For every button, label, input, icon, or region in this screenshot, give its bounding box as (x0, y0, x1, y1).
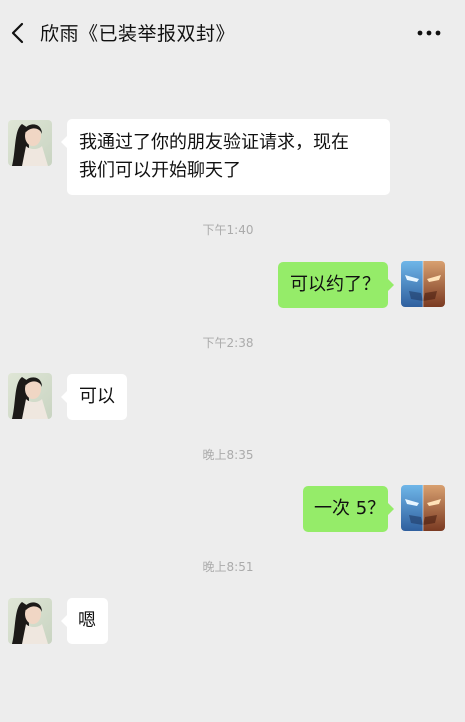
timestamp: 下午1:40 (202, 223, 254, 237)
message-bubble-sent[interactable]: 可以约了？ (278, 262, 394, 308)
contact-avatar[interactable] (8, 373, 52, 419)
chevron-left-icon[interactable] (6, 18, 30, 48)
message-bubble-sent[interactable]: 一次 5？ (303, 486, 394, 532)
message-text: 可以约了？ (290, 274, 380, 295)
message-bubble-received[interactable]: 可以 (61, 374, 127, 420)
message-bubble-received[interactable]: 嗯 (61, 598, 108, 644)
chat-title: 欣雨《已装举报双封》 (40, 23, 236, 45)
timestamp: 晚上8:35 (202, 448, 254, 462)
message-bubble-received[interactable]: 我通过了你的朋友验证请求，现在 我们可以开始聊天了 (61, 119, 390, 195)
message-text-line: 我通过了你的朋友验证请求，现在 (79, 132, 349, 153)
self-avatar[interactable] (401, 485, 445, 531)
message-text-line: 我们可以开始聊天了 (79, 160, 241, 181)
contact-avatar[interactable] (8, 120, 52, 166)
chat-header: 欣雨《已装举报双封》 (0, 0, 465, 66)
message-text: 可以 (79, 386, 115, 407)
more-dots-icon[interactable] (415, 23, 443, 43)
timestamp: 晚上8:51 (202, 560, 254, 574)
message-text: 一次 5？ (314, 498, 386, 519)
message-text: 嗯 (78, 610, 96, 631)
contact-avatar[interactable] (8, 598, 52, 644)
self-avatar[interactable] (401, 261, 445, 307)
timestamp: 下午2:38 (202, 336, 254, 350)
